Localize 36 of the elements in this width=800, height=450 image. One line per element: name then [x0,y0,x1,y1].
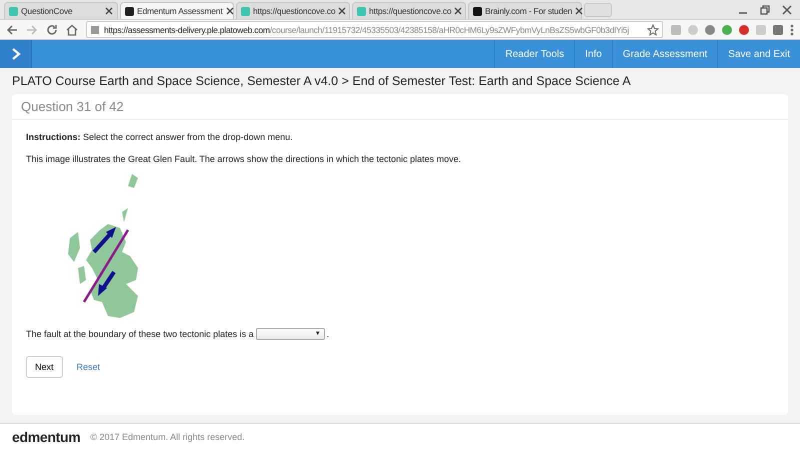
chevron-icon [10,47,20,61]
browser-tab[interactable]: QuestionCove [4,2,118,19]
menu-icon[interactable] [790,24,794,36]
close-icon[interactable] [454,7,462,15]
close-icon[interactable] [338,7,346,15]
home-icon[interactable] [66,24,78,36]
close-icon[interactable] [105,7,113,15]
expand-button[interactable] [0,40,32,68]
favicon-icon [241,6,250,16]
browser-tab[interactable]: https://questioncove.co [236,2,350,19]
favicon-icon [473,6,482,16]
breadcrumb: PLATO Course Earth and Space Science, Semester A v4.0 > End of Semester Test: Earth and Space Science A [12,73,632,90]
reload-icon[interactable] [46,24,58,36]
restore-icon[interactable] [760,5,770,15]
browser-tab[interactable]: Edmentum Assessment [120,2,234,19]
address-field[interactable]: https://assessments-delivery.ple.platoweb.com/course/launch/11915732/45335503/42385158/aHR0cHM6Ly9sZWFybmVyLnBsZS5wbGF0b3dlYi5j [86,21,663,38]
period-text: . [326,329,330,339]
close-icon[interactable] [575,7,584,15]
close-icon[interactable] [782,5,792,15]
close-icon[interactable] [226,7,234,15]
reset-link[interactable]: Reset [76,362,100,372]
favicon-icon [9,6,18,16]
question-prompt: The fault at the boundary of these two tectonic plates is a [26,329,254,339]
instructions-text: Instructions: Select the correct answer from the drop-down menu. [26,132,294,142]
favicon-icon [357,6,366,16]
browser-tab[interactable]: Brainly.com - For studen [468,2,582,19]
browser-tab[interactable]: https://questioncove.co [352,2,466,19]
question-text: This image illustrates the Great Glen Fault. The arrows show the directions in which the tectonic plates move. [26,154,462,164]
favicon-icon [125,6,134,16]
star-icon[interactable] [647,24,659,36]
back-icon[interactable] [6,24,18,36]
question-title: Question 31 of 42 [12,94,788,120]
edmentum-logo: edmentum [12,429,80,445]
copyright-text: © 2017 Edmentum. All rights reserved. [90,432,245,442]
next-button[interactable]: Next [26,356,63,378]
page-icon [90,24,100,34]
